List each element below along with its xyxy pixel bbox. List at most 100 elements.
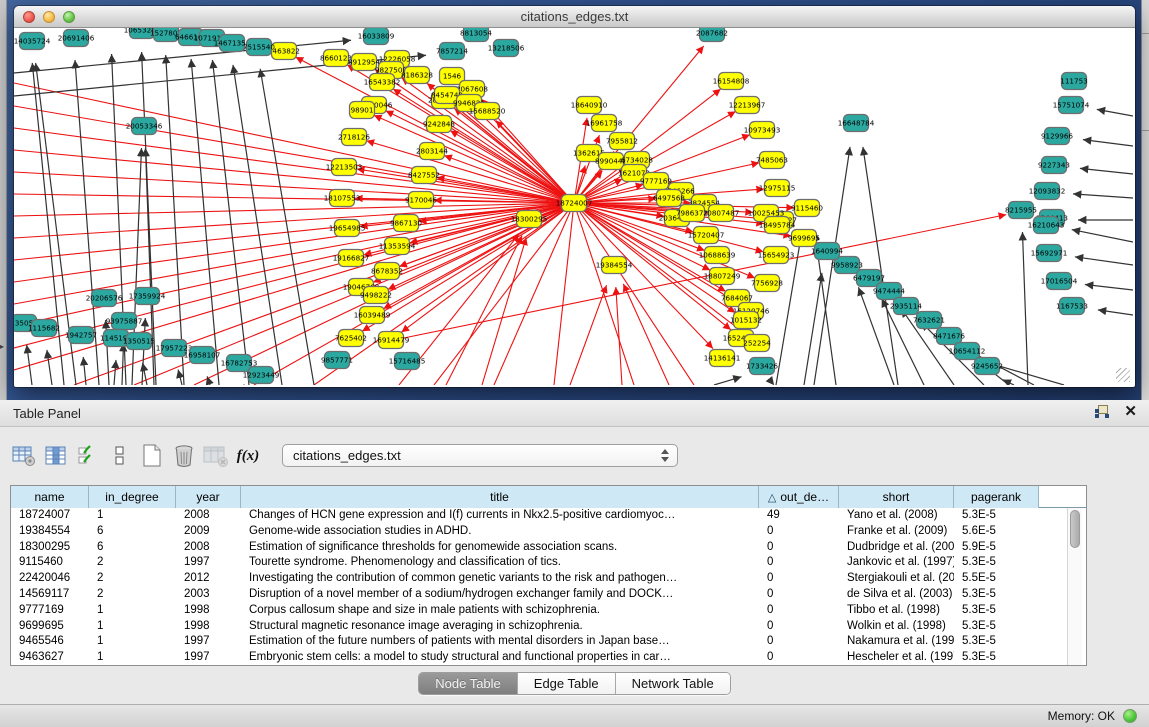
graph-node[interactable]: 14035724: [14, 33, 51, 50]
graph-node[interactable]: 12093832: [1029, 183, 1066, 200]
column-header-out_de[interactable]: △out_de…: [759, 486, 839, 508]
table-cell[interactable]: 2: [89, 555, 176, 571]
table-cell[interactable]: 9777169: [11, 603, 89, 619]
table-row[interactable]: 969969511998Structural magnetic resonanc…: [11, 619, 1086, 635]
graph-node[interactable]: 10688639: [699, 247, 736, 264]
table-cell[interactable]: 5.3E-5: [954, 555, 1039, 571]
delete-table-icon[interactable]: [168, 441, 200, 471]
graph-node[interactable]: 9129966: [1041, 128, 1073, 145]
memory-status-led[interactable]: [1123, 709, 1137, 723]
graph-node[interactable]: 8813054: [460, 28, 492, 42]
graph-node[interactable]: 7857214: [436, 43, 468, 60]
table-cell[interactable]: 0: [759, 524, 839, 540]
table-row[interactable]: 977716911998Corpus callosum shape and si…: [11, 603, 1086, 619]
graph-node[interactable]: 7986372: [676, 205, 708, 222]
table-cell[interactable]: 1997: [176, 650, 241, 666]
graph-node[interactable]: 16914479: [373, 332, 410, 349]
graph-node[interactable]: 17016504: [1041, 273, 1078, 290]
network-window-titlebar[interactable]: citations_edges.txt: [14, 6, 1135, 28]
table-cell[interactable]: Corpus callosum shape and size in male p…: [241, 603, 759, 619]
graph-node[interactable]: 14136141: [704, 350, 741, 367]
graph-node[interactable]: 15720407: [688, 227, 725, 244]
table-cell[interactable]: 5.9E-5: [954, 540, 1039, 556]
graph-node[interactable]: 16154808: [713, 73, 750, 90]
table-cell[interactable]: Investigating the contribution of common…: [241, 571, 759, 587]
table-cell[interactable]: 1: [89, 603, 176, 619]
table-cell[interactable]: 9463627: [11, 650, 89, 666]
table-cell[interactable]: 2008: [176, 540, 241, 556]
table-cell[interactable]: Estimation of the future numbers of pati…: [241, 634, 759, 650]
graph-node[interactable]: 7955812: [606, 133, 638, 150]
graph-node[interactable]: 17359924: [129, 288, 166, 305]
table-cell[interactable]: Tibbo et al. (1998): [839, 603, 954, 619]
table-selector-dropdown[interactable]: citations_edges.txt: [282, 444, 678, 467]
table-cell[interactable]: Franke et al. (2009): [839, 524, 954, 540]
table-settings-icon[interactable]: [8, 441, 40, 471]
table-cell[interactable]: 6: [89, 540, 176, 556]
graph-node[interactable]: 7625402: [335, 330, 367, 347]
table-cell[interactable]: 5.3E-5: [954, 634, 1039, 650]
table-cell[interactable]: Hescheler et al. (1997): [839, 650, 954, 666]
graph-node[interactable]: 10973493: [744, 122, 781, 139]
graph-node[interactable]: 1640994: [811, 243, 843, 260]
table-cell[interactable]: 5.3E-5: [954, 619, 1039, 635]
table-row[interactable]: 1830029562008Estimation of significance …: [11, 540, 1086, 556]
graph-node[interactable]: 9170046: [405, 192, 437, 209]
table-row[interactable]: 946554611997Estimation of the future num…: [11, 634, 1086, 650]
table-vertical-scrollbar[interactable]: [1067, 508, 1082, 665]
table-row[interactable]: 1938455462009Genome-wide association stu…: [11, 524, 1086, 540]
column-header-short[interactable]: short: [839, 486, 954, 508]
graph-node[interactable]: 111753: [1060, 73, 1087, 90]
table-cell[interactable]: 2012: [176, 571, 241, 587]
table-cell[interactable]: 2008: [176, 508, 241, 524]
graph-node[interactable]: 16961758: [586, 115, 623, 132]
column-header-pagerank[interactable]: pagerank: [954, 486, 1039, 508]
new-table-icon[interactable]: [136, 441, 168, 471]
graph-node[interactable]: 9242848: [423, 116, 455, 133]
column-header-name[interactable]: name: [11, 486, 89, 508]
delete-column-icon[interactable]: [200, 441, 232, 471]
table-cell[interactable]: 1: [89, 634, 176, 650]
table-cell[interactable]: 1998: [176, 603, 241, 619]
table-cell[interactable]: 0: [759, 619, 839, 635]
graph-node[interactable]: 1733426: [746, 358, 778, 375]
graph-node[interactable]: 7632621: [913, 312, 945, 329]
tab-node-table[interactable]: Node Table: [419, 673, 518, 694]
table-cell[interactable]: 14569117: [11, 587, 89, 603]
table-cell[interactable]: 2009: [176, 524, 241, 540]
graph-node[interactable]: 18640910: [571, 97, 608, 114]
table-cell[interactable]: 5.3E-5: [954, 508, 1039, 524]
table-cell[interactable]: 5.3E-5: [954, 603, 1039, 619]
graph-node[interactable]: 18107553: [324, 190, 361, 207]
graph-node[interactable]: 252254: [743, 335, 771, 352]
graph-node[interactable]: 8427552: [408, 167, 440, 184]
graph-node[interactable]: 9115460: [791, 200, 823, 217]
graph-node[interactable]: 98901: [350, 102, 375, 119]
graph-node[interactable]: 12975115: [759, 180, 796, 197]
table-cell[interactable]: Stergiakouli et al. (2012): [839, 571, 954, 587]
graph-node[interactable]: 19654985: [329, 220, 366, 237]
graph-node[interactable]: 9245652: [971, 358, 1003, 375]
table-cell[interactable]: Jankovic et al. (1997): [839, 555, 954, 571]
graph-node[interactable]: 1942757: [65, 327, 97, 344]
graph-node[interactable]: 7756928: [751, 275, 783, 292]
graph-node[interactable]: 15692971: [1031, 245, 1068, 262]
table-row[interactable]: 911546021997Tourette syndrome. Phenomeno…: [11, 555, 1086, 571]
table-cell[interactable]: 0: [759, 603, 839, 619]
graph-node[interactable]: 2935114: [890, 298, 922, 315]
graph-node[interactable]: 20053346: [126, 118, 163, 135]
window-resize-grip[interactable]: [1116, 368, 1130, 382]
table-cell[interactable]: 0: [759, 587, 839, 603]
graph-node[interactable]: 93975887: [106, 313, 143, 330]
graph-node[interactable]: 1167533: [1056, 298, 1088, 315]
table-cell[interactable]: Structural magnetic resonance image aver…: [241, 619, 759, 635]
table-cell[interactable]: 0: [759, 650, 839, 666]
table-cell[interactable]: 1: [89, 650, 176, 666]
table-cell[interactable]: 1998: [176, 619, 241, 635]
graph-node[interactable]: 2087682: [696, 28, 728, 42]
graph-node[interactable]: 8186328: [401, 67, 433, 84]
close-panel-icon[interactable]: ✕: [1124, 405, 1137, 419]
table-cell[interactable]: Embryonic stem cells: a model to study s…: [241, 650, 759, 666]
float-panel-icon[interactable]: [1095, 405, 1110, 419]
table-cell[interactable]: 22420046: [11, 571, 89, 587]
